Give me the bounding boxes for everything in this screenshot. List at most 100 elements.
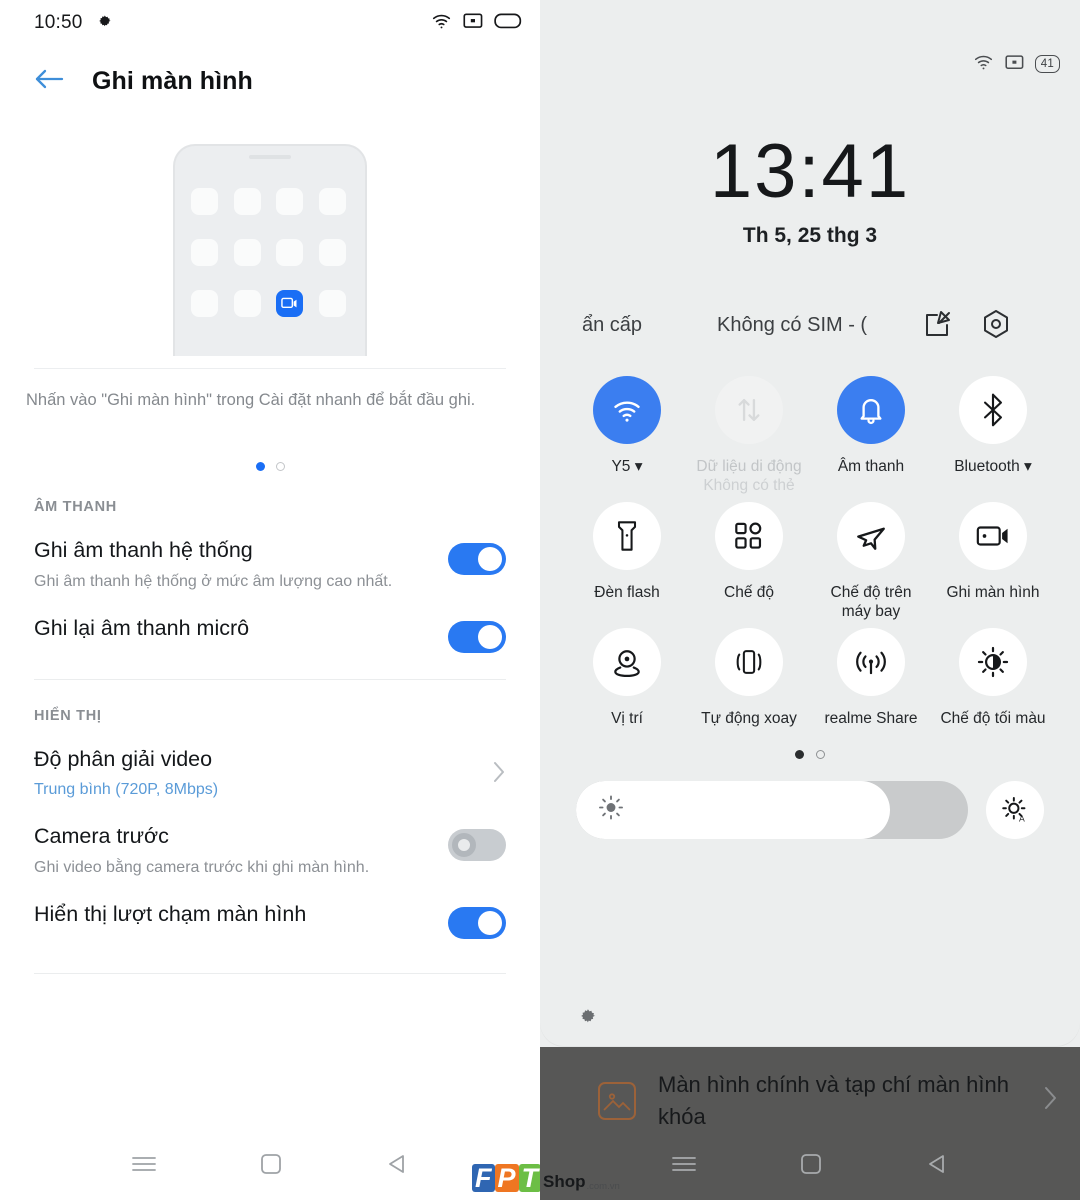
qs-tile-bluetooth[interactable]: Bluetooth ▾ xyxy=(932,376,1054,496)
row-title: Camera trước xyxy=(34,824,169,849)
edit-icon[interactable] xyxy=(922,308,956,342)
qs-tile-mode[interactable]: Chế độ xyxy=(688,501,810,622)
app-tile xyxy=(318,290,346,317)
gear-icon[interactable] xyxy=(576,1005,598,1032)
setting-row-system-audio[interactable]: Ghi âm thanh hệ thống Ghi âm thanh hệ th… xyxy=(34,515,506,592)
brightness-row: A xyxy=(540,780,1080,839)
qs-tile-label: Chế độ xyxy=(724,583,774,601)
navigation-bar xyxy=(540,1132,1080,1200)
qs-tile-airplane-mode[interactable]: Chế độ trên máy bay xyxy=(810,501,932,622)
menu-icon[interactable] xyxy=(131,1154,157,1179)
screencast-icon xyxy=(463,12,483,34)
qs-header: ẩn cấp Không có SIM - ( xyxy=(540,308,1080,342)
home-icon[interactable] xyxy=(259,1152,283,1181)
right-phone-screen: 41 13:41 Th 5, 25 thg 3 ẩn cấp Không có … xyxy=(540,0,1080,1200)
page-dot[interactable] xyxy=(275,462,285,472)
hero-illustration xyxy=(0,144,540,389)
hero-caption: Nhấn vào "Ghi màn hình" trong Cài đặt nh… xyxy=(26,391,476,409)
phone-notch xyxy=(249,155,291,159)
fpt-shop-watermark-right: Shop .com.vn xyxy=(540,1172,620,1192)
clock-date: Th 5, 25 thg 3 xyxy=(742,224,878,247)
bluetooth-icon[interactable] xyxy=(959,376,1027,444)
wifi-icon[interactable] xyxy=(593,376,661,444)
row-title: Ghi âm thanh hệ thống xyxy=(34,538,253,563)
setting-row-video-resolution[interactable]: Độ phân giải video Trung bình (720P, 8Mb… xyxy=(34,724,506,801)
image-icon xyxy=(598,1081,636,1120)
qs-page-dot-active[interactable] xyxy=(795,749,804,759)
brightness-slider[interactable] xyxy=(576,780,968,839)
qs-tile-label: realme Share xyxy=(824,709,918,727)
qs-tile-screen-record[interactable]: Ghi màn hình xyxy=(932,501,1054,622)
page-title: Ghi màn hình xyxy=(92,66,253,95)
grid-icon[interactable] xyxy=(715,501,783,570)
chevron-right-icon[interactable] xyxy=(492,760,506,789)
qs-tile-label: Tự động xoay xyxy=(701,709,797,727)
row-value: Trung bình (720P, 8Mbps) xyxy=(34,781,219,799)
qs-tile-wifi[interactable]: Y5 ▾ xyxy=(566,376,688,496)
back-icon[interactable] xyxy=(925,1152,949,1181)
setting-row-mic-audio[interactable]: Ghi lại âm thanh micrô xyxy=(34,593,506,653)
qs-page-dot[interactable] xyxy=(816,749,825,759)
status-bar-right xyxy=(431,11,522,35)
screencast-icon xyxy=(1005,54,1024,75)
auto-rotate-icon[interactable] xyxy=(715,627,783,696)
bell-icon[interactable] xyxy=(837,376,905,444)
app-tile xyxy=(233,290,261,317)
back-arrow-icon[interactable] xyxy=(34,66,64,96)
airplane-icon[interactable] xyxy=(837,501,905,570)
app-grid xyxy=(191,188,349,317)
menu-icon[interactable] xyxy=(671,1154,697,1179)
qs-tile-label: Vị trí xyxy=(611,709,643,727)
app-tile xyxy=(318,239,346,266)
toggle-mic-audio[interactable] xyxy=(448,620,506,653)
toggle-front-camera[interactable] xyxy=(448,829,506,862)
qs-tile-auto-rotate[interactable]: Tự động xoay xyxy=(688,627,810,728)
flashlight-icon[interactable] xyxy=(593,501,661,570)
notification-title: Màn hình chính và tạp chí màn hình khóa xyxy=(658,1072,1010,1129)
app-tile xyxy=(233,239,261,266)
section-divider xyxy=(34,678,506,680)
chevron-right-icon[interactable] xyxy=(1042,1084,1058,1117)
back-icon[interactable] xyxy=(385,1152,409,1181)
screen-record-icon[interactable] xyxy=(959,501,1027,570)
gear-hex-icon[interactable] xyxy=(980,308,1014,342)
app-bar: Ghi màn hình xyxy=(0,46,540,116)
bottom-divider xyxy=(34,972,506,974)
qs-tile-sound[interactable]: Âm thanh xyxy=(810,376,932,496)
battery-icon: 41 xyxy=(1034,55,1060,73)
dark-mode-icon[interactable] xyxy=(959,627,1027,696)
notification-card[interactable]: Màn hình chính và tạp chí màn hình khóa xyxy=(540,1047,1080,1133)
home-icon[interactable] xyxy=(799,1152,823,1181)
qs-tile-mobile-data[interactable]: Dữ liệu di động Không có thẻ xyxy=(688,376,810,496)
toggle-system-audio[interactable] xyxy=(448,543,506,576)
hero-divider xyxy=(34,368,506,369)
setting-row-show-taps[interactable]: Hiển thị lượt chạm màn hình xyxy=(34,879,506,939)
gear-icon xyxy=(95,12,113,35)
toggle-knob xyxy=(478,910,502,935)
share-broadcast-icon[interactable] xyxy=(837,627,905,696)
qs-tile-label: Đèn flash xyxy=(594,583,660,601)
auto-brightness-icon[interactable]: A xyxy=(986,780,1044,839)
qs-tile-label: Dữ liệu di động xyxy=(696,458,802,475)
wifi-icon xyxy=(973,52,994,76)
svg-text:A: A xyxy=(1019,813,1025,823)
qs-tile-flashlight[interactable]: Đèn flash xyxy=(566,501,688,622)
qs-tile-location[interactable]: Vị trí xyxy=(566,627,688,728)
fpt-logo-t: T xyxy=(518,1163,540,1192)
qs-tile-dark-mode[interactable]: Chế độ tối màu xyxy=(932,627,1054,728)
row-text: Camera trước Ghi video bằng camera trước… xyxy=(34,823,434,878)
sim-status-label: Không có SIM - ( xyxy=(717,313,868,336)
app-tile xyxy=(191,188,218,215)
toggle-show-taps[interactable] xyxy=(448,906,506,939)
app-tile xyxy=(276,239,303,266)
qs-tile-label: Bluetooth ▾ xyxy=(954,458,1032,475)
setting-row-front-camera[interactable]: Camera trước Ghi video bằng camera trước… xyxy=(34,801,506,878)
mobile-data-icon[interactable] xyxy=(715,376,783,444)
location-pin-icon[interactable] xyxy=(593,627,661,696)
emergency-call-label[interactable]: ẩn cấp xyxy=(582,314,642,337)
qs-tile-label: Chế độ trên máy bay xyxy=(830,583,912,621)
row-title: Độ phân giải video xyxy=(34,746,213,771)
page-dot-active[interactable] xyxy=(255,462,265,472)
qs-tile-label: Y5 ▾ xyxy=(611,458,643,475)
qs-tile-realme-share[interactable]: realme Share xyxy=(810,627,932,728)
